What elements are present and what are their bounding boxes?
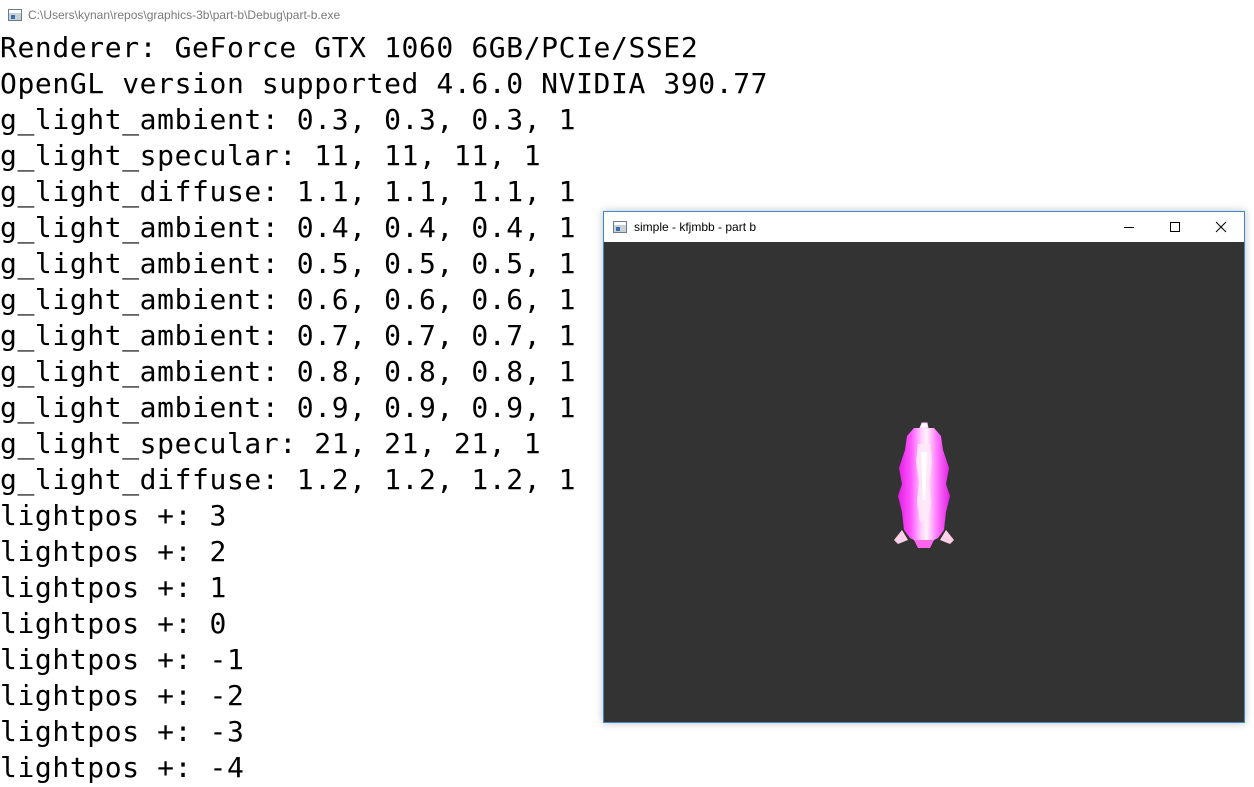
console-line: lightpos +: -4 (0, 751, 245, 784)
console-app-icon (8, 9, 22, 21)
minimize-icon (1124, 227, 1134, 228)
console-titlebar[interactable]: C:\Users\kynan\repos\graphics-3b\part-b\… (0, 0, 1254, 30)
close-icon (1215, 221, 1227, 233)
opengl-viewport[interactable] (604, 242, 1244, 722)
console-line: OpenGL version supported 4.6.0 NVIDIA 39… (0, 67, 769, 100)
console-line: Renderer: GeForce GTX 1060 6GB/PCIe/SSE2 (0, 31, 699, 64)
model-top (919, 422, 929, 429)
console-title: C:\Users\kynan\repos\graphics-3b\part-b\… (28, 8, 341, 22)
opengl-window-title: simple - kfjmbb - part b (634, 220, 757, 234)
rendered-3d-model (894, 422, 954, 548)
opengl-window-titlebar[interactable]: simple - kfjmbb - part b (604, 212, 1244, 242)
maximize-icon (1170, 222, 1180, 232)
close-button[interactable] (1198, 212, 1244, 242)
console-line: g_light_ambient: 0.3, 0.3, 0.3, 1 (0, 103, 577, 136)
console-line: g_light_diffuse: 1.1, 1.1, 1.1, 1 (0, 175, 577, 208)
opengl-window[interactable]: simple - kfjmbb - part b (603, 211, 1245, 723)
console-line: g_light_specular: 11, 11, 11, 1 (0, 139, 542, 172)
opengl-window-app-icon (613, 221, 627, 233)
model-bottom (914, 540, 934, 548)
maximize-button[interactable] (1152, 212, 1198, 242)
minimize-button[interactable] (1106, 212, 1152, 242)
